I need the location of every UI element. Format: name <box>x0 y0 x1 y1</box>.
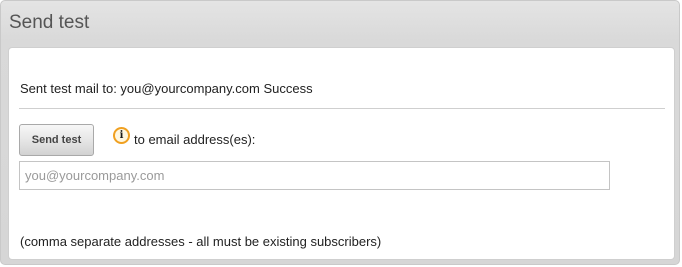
divider <box>19 108 665 109</box>
panel-body: Sent test mail to: you@yourcompany.com S… <box>8 47 675 260</box>
email-addresses-input[interactable] <box>19 161 610 190</box>
address-hint: (comma separate addresses - all must be … <box>20 234 382 249</box>
send-test-button[interactable]: Send test <box>19 124 94 156</box>
info-icon-glyph: i <box>119 129 124 141</box>
address-label: to email address(es): <box>134 132 256 147</box>
send-test-panel: Send test Sent test mail to: you@yourcom… <box>0 0 680 265</box>
send-status-message: Sent test mail to: you@yourcompany.com S… <box>20 81 313 96</box>
panel-title: Send test <box>9 12 90 33</box>
info-icon[interactable]: i <box>113 127 130 144</box>
